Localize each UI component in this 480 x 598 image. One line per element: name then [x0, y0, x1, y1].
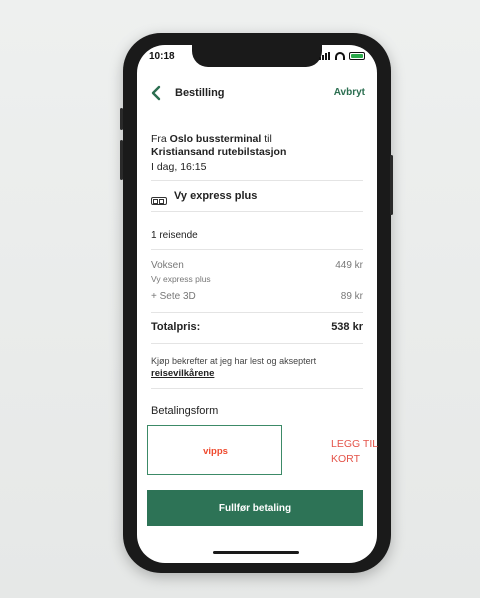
operator-name: Vy express plus [174, 190, 258, 202]
back-arrow-icon[interactable] [149, 85, 163, 101]
traveler-count: 1 reisende [151, 230, 198, 241]
divider [151, 388, 363, 389]
line-item-label: Voksen [151, 260, 184, 271]
terms-text: Kjøp bekrefter at jeg har lest og aksept… [151, 356, 317, 366]
to-prefix: til [264, 133, 272, 145]
from-prefix: Fra [151, 133, 167, 145]
divider [151, 343, 363, 344]
phone-side-button [120, 108, 123, 130]
departure-date: I dag, 16:15 [151, 161, 207, 173]
complete-payment-button[interactable]: Fullfør betaling [147, 490, 363, 526]
add-card-line1: LEGG TIL [331, 438, 379, 450]
divider [151, 312, 363, 313]
line-item-price: 449 kr [335, 260, 363, 271]
vipps-logo: vipps [203, 446, 228, 457]
phone-notch [192, 45, 322, 67]
add-card-button[interactable]: LEGG TIL KORT [331, 437, 378, 467]
app-header: Bestilling Avbryt [137, 81, 377, 105]
signal-icon [319, 52, 331, 60]
total-label: Totalpris: [151, 321, 201, 333]
divider [151, 249, 363, 250]
phone-power-button [390, 155, 393, 215]
to-station: Kristiansand rutebilstasjon [151, 146, 287, 158]
from-station: Oslo bussterminal [169, 133, 262, 145]
vipps-payment-option[interactable]: vipps [147, 425, 282, 475]
seat-line-label: + Sete 3D [151, 291, 196, 302]
phone-screen: 10:18 Bestilling Avbryt Fra Oslo busster… [137, 45, 377, 563]
page-title: Bestilling [175, 87, 225, 99]
bus-icon [151, 197, 167, 205]
line-item-sublabel: Vy express plus [151, 274, 211, 284]
status-icons [319, 52, 365, 60]
battery-icon [349, 52, 365, 60]
status-time: 10:18 [149, 51, 175, 62]
seat-line-price: 89 kr [340, 291, 363, 302]
terms-link[interactable]: reisevilkårene [151, 368, 214, 379]
wifi-icon [335, 52, 345, 60]
home-indicator [213, 551, 299, 554]
add-card-line2: KORT [331, 453, 360, 466]
phone-volume-button [120, 140, 123, 180]
total-price: 538 kr [331, 321, 363, 333]
payment-section-title: Betalingsform [151, 405, 219, 417]
cancel-button[interactable]: Avbryt [334, 87, 365, 98]
divider [151, 211, 363, 212]
divider [151, 180, 363, 181]
trip-from-line: Fra Oslo bussterminal til [151, 133, 272, 145]
